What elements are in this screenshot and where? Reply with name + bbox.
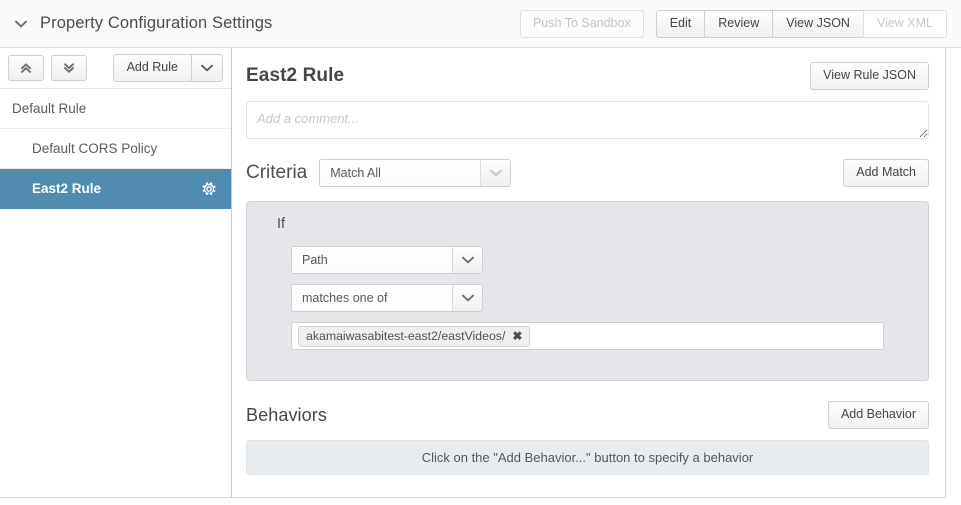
condition-operator-value: matches one of	[292, 285, 452, 311]
sidebar-item-default-rule[interactable]: Default Rule	[0, 89, 231, 129]
rule-header-row: East2 Rule View Rule JSON	[246, 62, 929, 90]
top-bar-left: Property Configuration Settings	[0, 14, 520, 33]
criteria-if-panel: If Path matches one of akamaiwasabitest-…	[246, 201, 929, 381]
rule-detail-panel: East2 Rule View Rule JSON Criteria Match…	[232, 48, 946, 498]
if-panel-body: Path matches one of akamaiwasabitest-eas…	[261, 246, 914, 350]
rule-item-label: Default CORS Policy	[32, 141, 158, 156]
match-mode-value: Match All	[320, 160, 481, 186]
chevron-down-icon[interactable]	[12, 15, 30, 33]
rule-list: Default Rule Default CORS Policy East2 R…	[0, 89, 231, 209]
value-tag[interactable]: akamaiwasabitest-east2/eastVideos/ ✖	[298, 325, 531, 347]
condition-values-input[interactable]: akamaiwasabitest-east2/eastVideos/ ✖	[291, 322, 884, 350]
chevron-down-icon[interactable]	[452, 247, 482, 273]
add-rule-dropdown-caret-icon[interactable]	[191, 54, 223, 82]
sidebar-item-default-cors-policy[interactable]: Default CORS Policy	[0, 129, 231, 169]
close-icon[interactable]: ✖	[512, 330, 522, 342]
rule-title: East2 Rule	[246, 65, 345, 86]
if-label: If	[277, 216, 286, 232]
value-tag-label: akamaiwasabitest-east2/eastVideos/	[306, 329, 506, 343]
double-chevron-up-icon[interactable]	[8, 55, 44, 81]
behaviors-label: Behaviors	[246, 404, 327, 425]
condition-field-row: Path	[291, 246, 884, 274]
add-behavior-button[interactable]: Add Behavior	[827, 401, 929, 429]
edit-button[interactable]: Edit	[655, 9, 705, 38]
rule-item-label: East2 Rule	[32, 181, 102, 196]
rule-item-label: Default Rule	[12, 101, 87, 116]
top-bar: Property Configuration Settings Push To …	[0, 0, 961, 48]
behaviors-empty-state: Click on the "Add Behavior..." button to…	[246, 440, 929, 475]
match-mode-select[interactable]: Match All	[319, 159, 512, 187]
add-match-button[interactable]: Add Match	[843, 159, 929, 187]
page-title: Property Configuration Settings	[40, 14, 273, 32]
chevron-down-icon[interactable]	[480, 160, 511, 186]
behaviors-header-row: Behaviors Add Behavior	[246, 401, 929, 429]
condition-field-value: Path	[292, 247, 452, 273]
view-rule-json-button[interactable]: View Rule JSON	[810, 62, 929, 90]
sidebar-item-east2-rule[interactable]: East2 Rule	[0, 169, 231, 209]
view-mode-button-group: Edit Review View JSON View XML	[655, 9, 947, 38]
criteria-header-row: Criteria Match All Add Match	[246, 159, 929, 187]
rule-tree-sidebar: Add Rule Default Rule Default CORS Polic…	[0, 48, 232, 498]
behaviors-empty-message: Click on the "Add Behavior..." button to…	[421, 450, 754, 465]
property-manager-app: Property Configuration Settings Push To …	[0, 0, 961, 505]
condition-operator-select[interactable]: matches one of	[291, 284, 483, 312]
review-button[interactable]: Review	[704, 9, 773, 38]
add-rule-split-button: Add Rule	[112, 54, 223, 82]
view-xml-button[interactable]: View XML	[862, 9, 947, 38]
gear-icon[interactable]	[201, 181, 217, 197]
sidebar-toolbar: Add Rule	[0, 48, 231, 89]
push-to-sandbox-button[interactable]: Push To Sandbox	[519, 9, 644, 38]
view-json-button[interactable]: View JSON	[772, 9, 863, 38]
body-wrapper: Add Rule Default Rule Default CORS Polic…	[0, 48, 961, 505]
double-chevron-down-icon[interactable]	[51, 55, 87, 81]
top-bar-actions: Push To Sandbox Edit Review View JSON Vi…	[519, 9, 961, 38]
condition-field-select[interactable]: Path	[291, 246, 483, 274]
condition-operator-row: matches one of	[291, 284, 884, 312]
chevron-down-icon[interactable]	[452, 285, 482, 311]
add-rule-button[interactable]: Add Rule	[112, 54, 191, 82]
comment-input[interactable]	[246, 101, 929, 139]
criteria-label: Criteria	[246, 162, 308, 183]
